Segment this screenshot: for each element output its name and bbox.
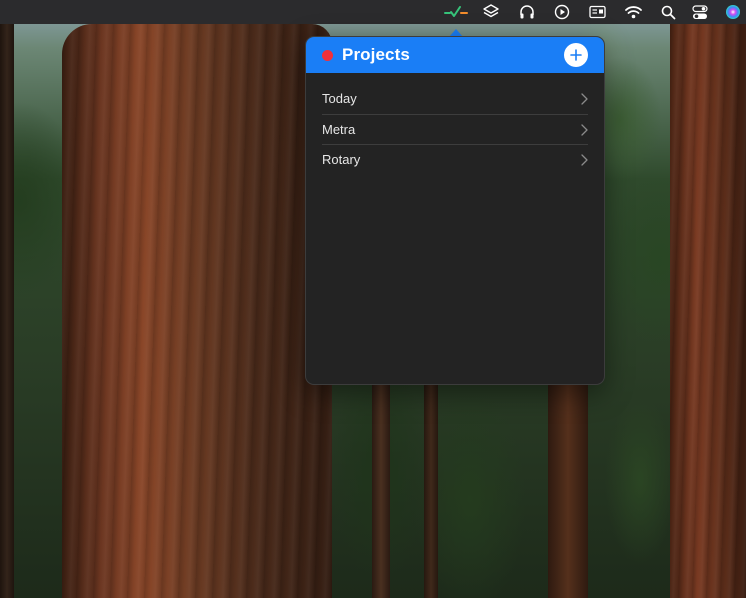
control-center-icon[interactable] <box>689 2 711 22</box>
display-icon[interactable] <box>586 2 608 22</box>
project-label: Rotary <box>322 151 361 167</box>
layers-icon[interactable] <box>480 2 502 22</box>
tree-trunk <box>670 24 746 598</box>
app-checkmark-icon[interactable] <box>443 2 469 22</box>
menu-bar <box>0 0 746 24</box>
search-icon[interactable] <box>657 2 679 22</box>
project-label: Today <box>322 91 357 106</box>
headphones-icon[interactable] <box>516 2 538 22</box>
project-row-today[interactable]: Today <box>322 84 588 114</box>
project-row-rotary[interactable]: Rotary <box>322 144 588 174</box>
wifi-icon[interactable] <box>622 2 644 22</box>
tree-trunk <box>372 380 390 598</box>
projects-popover: Projects Today Metra Rotary <box>305 36 605 385</box>
popover-header: Projects <box>306 37 604 73</box>
tree-trunk <box>0 24 14 598</box>
siri-icon[interactable] <box>722 2 744 22</box>
chevron-right-icon <box>581 93 588 105</box>
status-dot-icon <box>322 50 333 61</box>
play-circle-icon[interactable] <box>551 2 573 22</box>
chevron-right-icon <box>581 154 588 166</box>
tree-trunk <box>424 380 438 598</box>
plus-icon <box>570 49 582 61</box>
project-list: Today Metra Rotary <box>306 84 604 174</box>
project-row-metra[interactable]: Metra <box>322 114 588 144</box>
chevron-right-icon <box>581 124 588 136</box>
tree-trunk <box>548 380 588 598</box>
add-project-button[interactable] <box>564 43 588 67</box>
popover-title: Projects <box>342 45 410 64</box>
tree-trunk <box>62 24 332 598</box>
project-label: Metra <box>322 121 356 137</box>
